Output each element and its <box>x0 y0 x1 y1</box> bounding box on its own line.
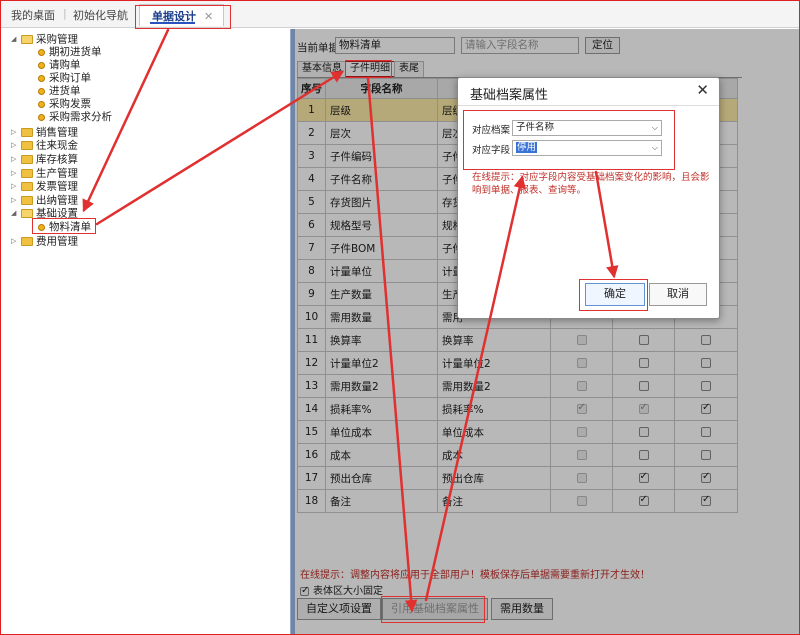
top-tab-bar: 我的桌面 | 初始化导航 单据设计 ✕ <box>1 1 799 28</box>
field-label: 对应字段 <box>472 145 511 156</box>
document-icon <box>38 61 45 69</box>
cancel-button[interactable]: 取消 <box>649 283 707 306</box>
folder-icon <box>21 141 33 150</box>
close-icon[interactable]: ✕ <box>696 81 709 99</box>
basic-archive-dialog: 基础档案属性 ✕ 对应档案 子件名称 ⌵ 对应字段 停用 ⌵ 在线提示：对应字段内容… <box>457 77 720 319</box>
folder-icon <box>21 155 33 164</box>
dialog-divider <box>458 105 719 106</box>
dialog-tip: 在线提示：对应字段内容受基础档案变化的影响，且会影响到单据、报表、查询等。 <box>472 172 710 196</box>
tree-item[interactable]: 采购订单 <box>38 72 91 85</box>
expand-icon[interactable]: ▷ <box>11 180 19 193</box>
expand-icon[interactable]: ▷ <box>11 235 19 248</box>
document-icon <box>38 223 45 231</box>
archive-select[interactable]: 子件名称 ⌵ <box>512 120 662 136</box>
expand-icon[interactable]: ▷ <box>11 126 19 139</box>
tree-group-basic-settings[interactable]: ◢ 基础设置 <box>11 207 78 220</box>
document-icon <box>38 48 45 56</box>
chevron-down-icon: ⌵ <box>651 123 658 132</box>
tree-item[interactable]: 期初进货单 <box>38 46 102 59</box>
tree-group-inventory[interactable]: ▷ 库存核算 <box>11 153 78 166</box>
document-icon <box>38 74 45 82</box>
expand-icon[interactable]: ▷ <box>11 139 19 152</box>
field-select[interactable]: 停用 ⌵ <box>512 140 662 156</box>
document-icon <box>38 87 45 95</box>
archive-label: 对应档案 <box>472 125 511 136</box>
document-icon <box>38 100 45 108</box>
tab-my-desktop[interactable]: 我的桌面 <box>11 7 55 23</box>
tree-item-bom[interactable]: 物料清单 <box>38 221 91 234</box>
tab-document-design[interactable]: 单据设计 ✕ <box>139 4 225 26</box>
folder-icon <box>21 237 33 246</box>
folder-icon <box>21 182 33 191</box>
tree-group-expense[interactable]: ▷ 费用管理 <box>11 235 78 248</box>
expand-icon[interactable]: ▷ <box>11 167 19 180</box>
collapse-icon[interactable]: ◢ <box>11 207 19 220</box>
module-tree: ◢ 采购管理 期初进货单 请购单 采购订单 进货单 采购发票 采购需求分析 ▷ 销售… <box>1 29 290 634</box>
tab-init-nav[interactable]: 初始化导航 <box>73 7 128 23</box>
close-icon[interactable]: ✕ <box>204 10 213 23</box>
ok-button[interactable]: 确定 <box>585 283 645 306</box>
tab-separator: | <box>63 7 67 20</box>
tree-group-sales[interactable]: ▷ 销售管理 <box>11 126 78 139</box>
tree-group-cashier[interactable]: ▷ 出纳管理 <box>11 194 78 207</box>
tree-item[interactable]: 请购单 <box>38 59 81 72</box>
tree-group-purchase[interactable]: ◢ 采购管理 <box>11 33 78 46</box>
folder-open-icon <box>21 209 33 218</box>
tree-group-invoice[interactable]: ▷ 发票管理 <box>11 180 78 193</box>
chevron-down-icon: ⌵ <box>651 143 658 152</box>
dialog-title: 基础档案属性 <box>470 88 549 103</box>
document-icon <box>38 113 45 121</box>
folder-open-icon <box>21 35 33 44</box>
tree-item[interactable]: 采购发票 <box>38 98 91 111</box>
tree-item[interactable]: 采购需求分析 <box>38 111 112 124</box>
expand-icon[interactable]: ▷ <box>11 153 19 166</box>
folder-icon <box>21 128 33 137</box>
tree-group-cash[interactable]: ▷ 往来现金 <box>11 139 78 152</box>
expand-icon[interactable]: ▷ <box>11 194 19 207</box>
collapse-icon[interactable]: ◢ <box>11 33 19 46</box>
folder-icon <box>21 169 33 178</box>
tree-group-production[interactable]: ▷ 生产管理 <box>11 167 78 180</box>
active-tab-underline <box>150 22 196 24</box>
folder-icon <box>21 196 33 205</box>
tree-item[interactable]: 进货单 <box>38 85 81 98</box>
